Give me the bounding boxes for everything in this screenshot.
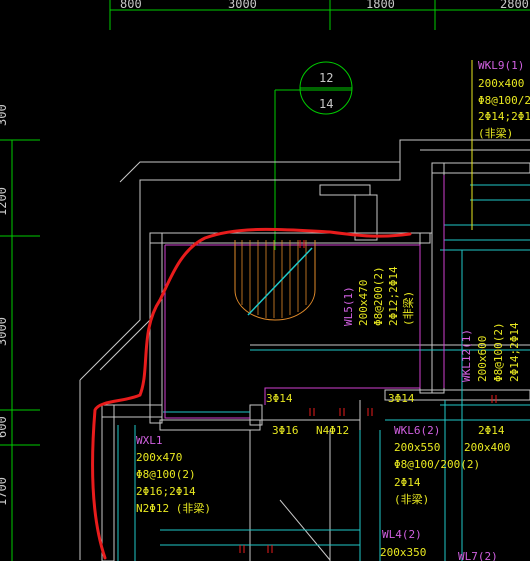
- wl5-bars: 2Φ12;2Φ14: [387, 266, 400, 326]
- bar-3phi14-a: 3Φ14: [266, 392, 293, 405]
- wkl6-stirrup: Φ8@100/200(2): [394, 458, 480, 471]
- dim-left-300: 300: [0, 104, 9, 126]
- wkl6-name: WKL6(2): [394, 424, 440, 437]
- wkl12-stirrup: Φ8@100(2): [492, 322, 505, 382]
- wkl12-size: 200x600: [476, 336, 489, 382]
- wkl6-bars: 2Φ14: [394, 476, 421, 489]
- bar-3phi14-b: 3Φ14: [388, 392, 415, 405]
- wxl1-waist: N2Φ12 (非梁): [136, 501, 211, 515]
- wl4-size: 200x350: [380, 546, 426, 559]
- wl5-name: WL5(1): [342, 286, 355, 326]
- wkl9-stirrup: Φ8@100/2: [478, 94, 530, 107]
- dim-left-3000: 3000: [0, 317, 9, 346]
- wkl9-bars: 2Φ14;2Φ14: [478, 110, 530, 123]
- dim-left-600: 600: [0, 416, 9, 438]
- wkl6-side-bars: 2Φ14: [478, 424, 505, 437]
- dim-top-2800: 2800: [500, 0, 529, 11]
- dim-top-1800: 1800: [366, 0, 395, 11]
- wkl12-bars: 2Φ14;2Φ14: [508, 322, 521, 382]
- grid-bubble-top: 12: [319, 71, 333, 85]
- wl5-stirrup: Φ8@200(2): [372, 266, 385, 326]
- dim-left-1200: 1200: [0, 187, 9, 216]
- cad-drawing-canvas[interactable]: 800 3000 1800 2800 300 1200 3000 600 170…: [0, 0, 530, 561]
- bar-3phi16: 3Φ16: [272, 424, 299, 437]
- wxl1-stirrup: Φ8@100(2): [136, 468, 196, 481]
- dim-left-1700: 1700: [0, 477, 9, 506]
- wxl1-name: WXL1: [136, 434, 163, 447]
- wl5-size: 200x470: [357, 280, 370, 326]
- wl5-note: (非梁): [401, 291, 415, 326]
- wkl6-note: (非梁): [394, 492, 429, 506]
- grid-bubble-bottom: 14: [319, 97, 333, 111]
- wxl1-bars: 2Φ16;2Φ14: [136, 485, 196, 498]
- dim-top-3000: 3000: [228, 0, 257, 11]
- wkl6-size: 200x550: [394, 441, 440, 454]
- wkl12-name: WKL12(1): [460, 329, 473, 382]
- wl4-name: WL4(2): [382, 528, 422, 541]
- wkl9-size: 200x400: [478, 77, 524, 90]
- wkl9-note: (非梁): [478, 126, 513, 140]
- dim-top-800: 800: [120, 0, 142, 11]
- wkl6-side-size: 200x400: [464, 441, 510, 454]
- wxl1-size: 200x470: [136, 451, 182, 464]
- wkl9-name: WKL9(1): [478, 59, 524, 72]
- wl7-name: WL7(2): [458, 550, 498, 561]
- bar-n4phi12: N4Φ12: [316, 424, 349, 437]
